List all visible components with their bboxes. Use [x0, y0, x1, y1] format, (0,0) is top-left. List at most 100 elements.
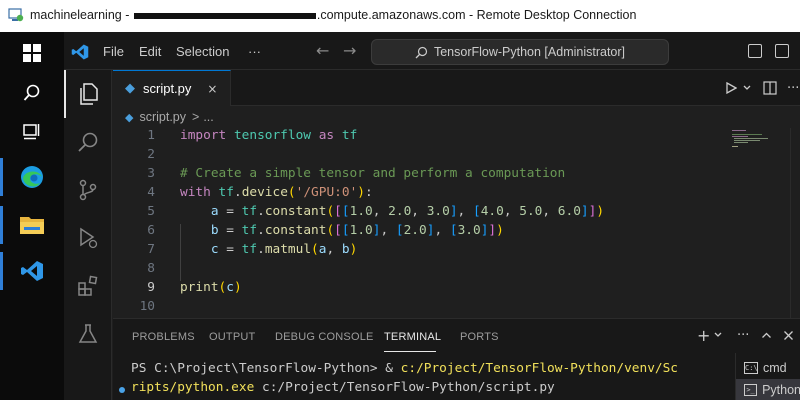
- code-text: a = tf.constant([[1.0, 2.0, 3.0], [4.0, …: [210, 204, 605, 219]
- run-debug-icon: [80, 227, 98, 249]
- explorer-button[interactable]: [64, 70, 112, 118]
- search-view-button[interactable]: [64, 118, 112, 166]
- terminal-cmd-icon: C:\: [744, 362, 758, 374]
- line-number: 2: [147, 147, 155, 162]
- tab-output[interactable]: OUTPUT: [209, 331, 255, 343]
- forward-arrow-icon[interactable]: →: [343, 41, 356, 60]
- menu-edit[interactable]: Edit: [139, 44, 161, 59]
- terminal-item-label: Python: [762, 383, 800, 397]
- tab-terminal[interactable]: TERMINAL: [384, 331, 441, 343]
- more-actions-button[interactable]: ···: [737, 325, 749, 345]
- bottom-panel: PROBLEMS OUTPUT DEBUG CONSOLE TERMINAL P…: [113, 318, 800, 400]
- search-icon: [415, 46, 428, 58]
- minimap[interactable]: [730, 128, 790, 168]
- run-debug-button[interactable]: [64, 214, 112, 262]
- taskbar-file-explorer-button[interactable]: [0, 206, 64, 244]
- code-text: with tf.device('/GPU:0'):: [180, 185, 373, 200]
- split-editor-icon: [763, 81, 777, 95]
- redacted-host: [133, 12, 316, 19]
- flask-icon: [78, 324, 98, 343]
- taskbar-search-button[interactable]: [0, 74, 64, 112]
- menu-more[interactable]: ···: [248, 44, 261, 59]
- terminal-item-cmd[interactable]: C:\ cmd: [736, 357, 800, 379]
- more-actions-button[interactable]: ···: [787, 70, 799, 106]
- line-number: 5: [147, 204, 155, 219]
- source-control-icon: [79, 179, 97, 201]
- code-line-active: 9 print(c): [113, 280, 800, 299]
- breadcrumb-separator: >: [192, 110, 200, 124]
- windows-start-button[interactable]: [0, 34, 64, 72]
- close-panel-button[interactable]: [783, 325, 794, 345]
- code-text: # Create a simple tensor and perform a c…: [180, 166, 566, 181]
- command-center-label: TensorFlow-Python [Administrator]: [433, 45, 626, 59]
- command-status-dot: [119, 387, 125, 393]
- tab-debug-console[interactable]: DEBUG CONSOLE: [275, 331, 374, 343]
- code-line: 7 c = tf.matmul(a, b): [113, 242, 800, 261]
- code-line: 4 with tf.device('/GPU:0'):: [113, 185, 800, 204]
- code-line: 6 b = tf.constant([[1.0], [2.0], [3.0]]): [113, 223, 800, 242]
- code-line: 2: [113, 147, 800, 166]
- windows-logo-icon: [23, 44, 41, 62]
- close-icon[interactable]: ×: [207, 82, 217, 96]
- vscode-titlebar: File Edit Selection ··· ← → TensorFlow-P…: [64, 32, 800, 70]
- line-number: 4: [147, 185, 155, 200]
- menu-file[interactable]: File: [103, 44, 124, 59]
- terminal-icon: >_: [744, 384, 758, 396]
- testing-button[interactable]: [64, 310, 112, 358]
- split-editor-button[interactable]: [763, 70, 777, 106]
- taskbar-vscode-button[interactable]: [0, 252, 64, 290]
- terminal-line: PS C:\Project\TensorFlow-Python> & c:/Pr…: [131, 361, 679, 376]
- code-line: 10: [113, 299, 800, 318]
- maximize-panel-button[interactable]: [761, 325, 772, 345]
- folder-icon: [20, 217, 44, 234]
- tab-problems[interactable]: PROBLEMS: [132, 331, 195, 343]
- menu-selection[interactable]: Selection: [176, 44, 229, 59]
- terminal-item-python[interactable]: >_ Python: [736, 379, 800, 400]
- editor-tabs: ◆ script.py × ···: [113, 70, 800, 106]
- extensions-icon: [78, 275, 98, 296]
- search-icon: [23, 84, 40, 101]
- toggle-sidebar-icon[interactable]: [748, 44, 762, 58]
- breadcrumb-more[interactable]: ...: [203, 110, 213, 124]
- back-arrow-icon[interactable]: ←: [316, 41, 329, 60]
- play-icon: [726, 82, 737, 94]
- breadcrumb: ◆ script.py > ...: [113, 106, 800, 128]
- taskbar-edge-button[interactable]: [0, 158, 64, 196]
- line-number: 1: [147, 128, 155, 143]
- terminal-output[interactable]: PS C:\Project\TensorFlow-Python> & c:/Pr…: [119, 361, 691, 399]
- code-line: 5 a = tf.constant([[1.0, 2.0, 3.0], [4.0…: [113, 204, 800, 223]
- tab-script-py[interactable]: ◆ script.py ×: [113, 70, 231, 106]
- terminal-line: ripts/python.exe c:/Project/TensorFlow-P…: [119, 380, 691, 399]
- files-icon: [80, 83, 98, 105]
- terminal-item-label: cmd: [763, 361, 787, 375]
- toggle-panel-icon[interactable]: [775, 44, 789, 58]
- extensions-button[interactable]: [64, 262, 112, 310]
- code-text: b = tf.constant([[1.0], [2.0], [3.0]]): [210, 223, 504, 238]
- remote-desktop-icon: [8, 8, 24, 22]
- line-number: 10: [139, 299, 155, 314]
- source-control-button[interactable]: [64, 166, 112, 214]
- chevron-down-icon: [714, 332, 722, 337]
- code-text: print(c): [180, 280, 242, 295]
- line-number: 9: [147, 280, 155, 295]
- tab-label: script.py: [143, 81, 192, 96]
- code-line: 3 # Create a simple tensor and perform a…: [113, 166, 800, 185]
- tab-ports[interactable]: PORTS: [460, 331, 499, 343]
- windows-taskbar: [0, 32, 64, 400]
- task-view-button[interactable]: [0, 112, 64, 150]
- run-python-button[interactable]: [725, 70, 752, 106]
- task-view-icon: [23, 124, 40, 140]
- code-text: import tensorflow as tf: [180, 128, 358, 143]
- command-center[interactable]: TensorFlow-Python [Administrator]: [371, 39, 669, 65]
- breadcrumb-file[interactable]: script.py: [139, 110, 186, 124]
- vscode-window: File Edit Selection ··· ← → TensorFlow-P…: [64, 32, 800, 400]
- close-icon: [784, 330, 793, 340]
- code-line: 1 import tensorflow as tf: [113, 128, 800, 147]
- python-file-icon: ◆: [125, 81, 135, 96]
- code-editor[interactable]: 1 import tensorflow as tf 2 3 # Create a…: [113, 128, 800, 318]
- line-number: 3: [147, 166, 155, 181]
- vscode-logo-icon: [71, 44, 89, 60]
- new-terminal-button[interactable]: +: [697, 325, 723, 345]
- python-file-icon: ◆: [125, 111, 134, 124]
- editor-scrollbar[interactable]: [790, 128, 800, 318]
